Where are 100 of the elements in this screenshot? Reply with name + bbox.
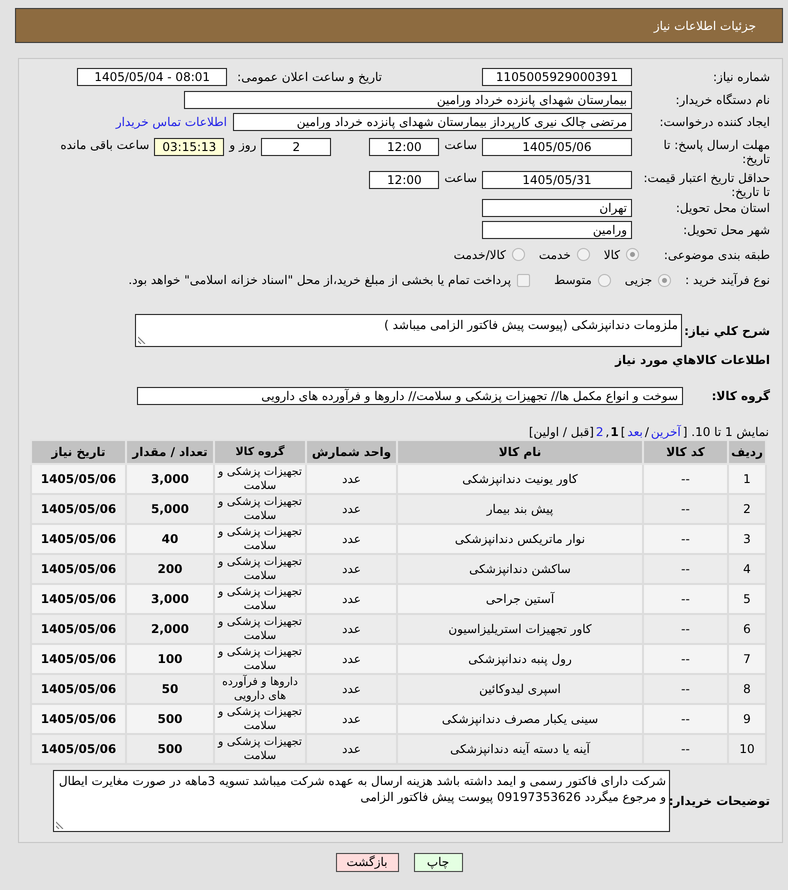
deadline-time-field[interactable]: 12:00	[369, 138, 440, 156]
deadline-date-field[interactable]: 1405/05/06	[482, 138, 632, 156]
time-label: ساعت	[444, 171, 477, 185]
table-cell: آستین جراحی	[397, 584, 643, 614]
radio-button[interactable]	[658, 274, 672, 286]
days-left-field[interactable]: 2	[261, 138, 332, 156]
table-cell: 1405/05/06	[31, 584, 126, 614]
requester-field[interactable]: مرتضی چالک نیری کارپرداز بیمارستان شهدای پانزده خرداد ورامین	[233, 113, 632, 131]
page-link[interactable]: 2	[596, 425, 604, 439]
days-label: روز و	[229, 138, 256, 152]
table-cell: 4	[728, 554, 766, 584]
back-button[interactable]: بازگشت	[336, 853, 398, 872]
radio-button[interactable]	[598, 274, 611, 286]
column-header: تعداد / مقدار	[126, 440, 214, 464]
buyer-org-field[interactable]: بیمارستان شهدای پانزده خرداد ورامین	[184, 91, 632, 109]
checkbox[interactable]	[517, 274, 530, 286]
table-cell: کاور یونیت دندانپزشکی	[397, 464, 643, 494]
table-cell: --	[643, 494, 728, 524]
time-label: ساعت	[444, 138, 477, 152]
radio-button[interactable]	[576, 248, 590, 261]
radio-label: متوسط	[554, 273, 592, 287]
table-cell: 3,000	[126, 464, 214, 494]
table-cell: --	[643, 614, 728, 644]
radio-button[interactable]	[512, 248, 525, 261]
table-cell: 1405/05/06	[31, 464, 126, 494]
table-cell: 10	[728, 734, 766, 764]
table-cell: عدد	[306, 494, 397, 524]
province-field[interactable]: تهران	[482, 199, 632, 217]
table-cell: 1	[728, 464, 766, 494]
table-cell: 40	[126, 524, 214, 554]
table-cell: 200	[126, 554, 214, 584]
validity-time-field[interactable]: 12:00	[369, 171, 440, 189]
table-cell: تجهیزات پزشکی و سلامت	[214, 554, 306, 584]
requester-label: ایجاد کننده درخواست:	[658, 115, 770, 129]
table-cell: تجهیزات پزشکی و سلامت	[214, 734, 306, 764]
table-cell: عدد	[306, 704, 397, 734]
radio-label: کالا	[604, 248, 620, 262]
page-link[interactable]: بعد	[627, 425, 643, 439]
resize-grip-icon[interactable]	[138, 336, 146, 344]
radio-label: خدمت	[538, 248, 571, 262]
pager-text: ]	[620, 425, 626, 439]
buyer-contact-link[interactable]: اطلاعات تماس خریدار	[116, 115, 227, 129]
table-cell: 1405/05/06	[31, 704, 126, 734]
announce-date-label: تاریخ و ساعت اعلان عمومی:	[237, 70, 382, 84]
radio-button[interactable]	[626, 248, 639, 261]
table-cell: --	[643, 734, 728, 764]
deadline-label: مهلت ارسال پاسخ: تا تاریخ:	[662, 138, 770, 166]
table-cell: 6	[728, 614, 766, 644]
table-cell: عدد	[306, 464, 397, 494]
need-number-field[interactable]: 1105005929000391	[482, 68, 632, 86]
time-left-field[interactable]: 03:15:13	[154, 138, 224, 156]
table-cell: 1405/05/06	[31, 494, 126, 524]
city-label: شهر محل تحویل:	[682, 223, 770, 237]
table-cell: 3,000	[126, 584, 214, 614]
print-button[interactable]: چاپ	[414, 853, 462, 872]
table-cell: سینی یکبار مصرف دندانپزشکی	[397, 704, 643, 734]
table-cell: 1405/05/06	[31, 644, 126, 674]
page-link[interactable]: آخرین	[650, 425, 681, 439]
resize-grip-icon[interactable]	[56, 821, 64, 829]
table-cell: 2,000	[126, 614, 214, 644]
buyer-notes-field[interactable]: شرکت دارای فاکتور رسمی و ایمد داشته باشد هزینه ارسال به عهده شرکت میباشد تسویه 3ماهه در صورت مغایرت ایطال و مرجوع میگردد 09197353626 پیوست پیش فاکتور الزامی	[53, 770, 670, 832]
column-header: تاریخ نیاز	[31, 440, 126, 464]
table-cell: 2	[728, 494, 766, 524]
checkbox-label: پرداخت تمام یا بخشی از مبلغ خرید،از محل "اسناد خزانه اسلامی" خواهد بود.	[128, 273, 512, 287]
table-cell: تجهیزات پزشکی و سلامت	[214, 614, 306, 644]
table-cell: تجهیزات پزشکی و سلامت	[214, 464, 306, 494]
buyer-org-label: نام دستگاه خریدار:	[674, 93, 770, 107]
table-cell: --	[643, 524, 728, 554]
goods-group-label: گروه کالا:	[710, 389, 770, 403]
buyer-notes-label: توضیحات خریدار:	[670, 794, 770, 808]
table-cell: 5,000	[126, 494, 214, 524]
table-cell: عدد	[306, 734, 397, 764]
city-field[interactable]: ورامین	[482, 221, 632, 239]
table-cell: 7	[728, 644, 766, 674]
radio-label: جزیی	[624, 273, 652, 287]
table-cell: --	[643, 584, 728, 614]
table-cell: تجهیزات پزشکی و سلامت	[214, 704, 306, 734]
table-cell: عدد	[306, 614, 397, 644]
description-field[interactable]: ملزومات دندانپزشکی (پیوست پیش فاکتور الزامی میباشد )	[135, 314, 682, 347]
table-cell: --	[643, 704, 728, 734]
announce-date-field[interactable]: 1405/05/04 - 08:01	[77, 68, 228, 86]
table-cell: 1405/05/06	[31, 614, 126, 644]
table-cell: تجهیزات پزشکی و سلامت	[214, 494, 306, 524]
validity-date-field[interactable]: 1405/05/31	[482, 171, 632, 189]
column-header: ردیف	[728, 440, 766, 464]
section-heading: اطلاعات کالاهاي مورد نياز	[615, 353, 770, 367]
table-cell: نوار ماتریکس دندانپزشکی	[397, 524, 643, 554]
category-label: طبقه بندی موضوعی:	[662, 248, 770, 262]
goods-group-field[interactable]: سوخت و انواع مکمل ها// تجهیزات پزشکی و سلامت// داروها و فرآورده های دارویی	[137, 387, 683, 405]
table-cell: --	[643, 464, 728, 494]
table-cell: 8	[728, 674, 766, 704]
province-label: استان محل تحویل:	[674, 201, 770, 215]
table-cell: عدد	[306, 644, 397, 674]
column-header: واحد شمارش	[306, 440, 397, 464]
table-cell: 1405/05/06	[31, 554, 126, 584]
pager-text: نمایش 1 تا 10. [	[682, 425, 769, 439]
table-cell: تجهیزات پزشکی و سلامت	[214, 524, 306, 554]
table-cell: عدد	[306, 554, 397, 584]
table-cell: عدد	[306, 584, 397, 614]
table-cell: 1405/05/06	[31, 734, 126, 764]
